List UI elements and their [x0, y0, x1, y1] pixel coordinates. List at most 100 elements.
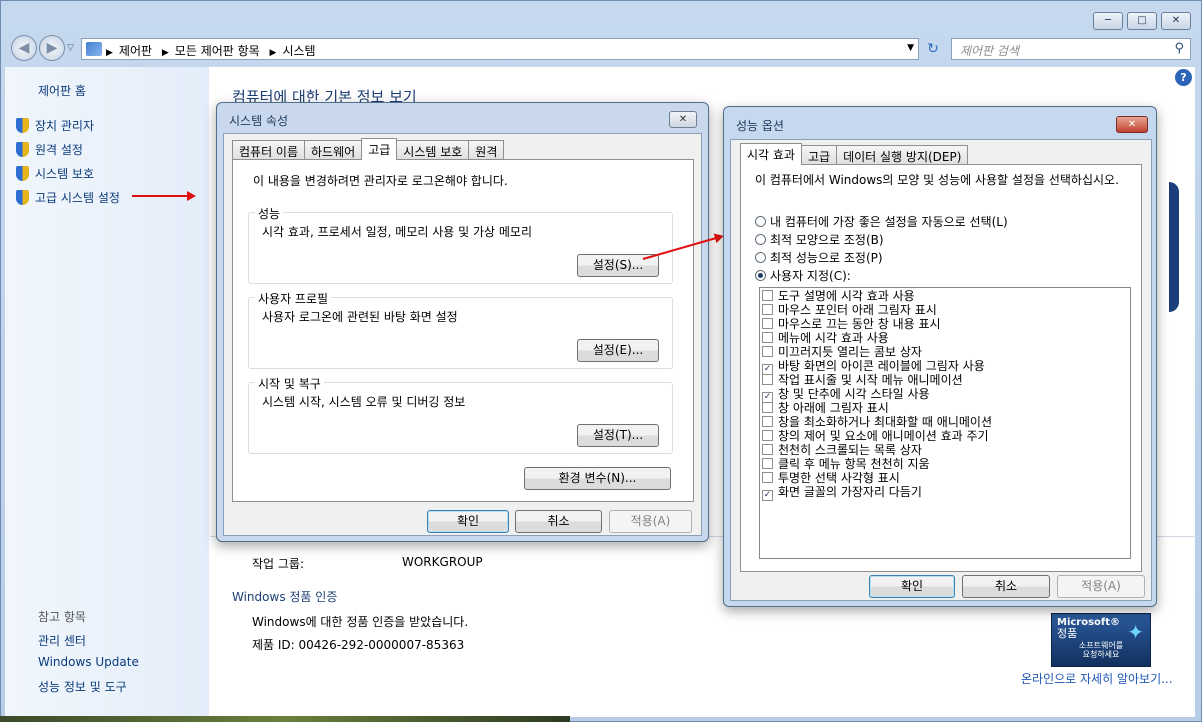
close-button[interactable]: ✕: [1161, 12, 1191, 30]
history-dropdown-icon[interactable]: ▽: [67, 43, 74, 53]
effect-checkbox-item[interactable]: 마우스 포인터 아래 그림자 표시: [762, 303, 1130, 317]
breadcrumb-control-panel[interactable]: 제어판: [119, 44, 152, 58]
startup-recovery-settings-button[interactable]: 설정(T)...: [577, 424, 659, 447]
see-also-windows-update[interactable]: Windows Update: [38, 655, 139, 669]
visual-effects-radio-group: 내 컴퓨터에 가장 좋은 설정을 자동으로 선택(L) 최적 모양으로 조정(B)…: [755, 215, 1008, 287]
control-panel-home-link[interactable]: 제어판 홈: [38, 82, 86, 99]
effect-checkbox-item[interactable]: 작업 표시줄 및 시작 메뉴 애니메이션: [762, 373, 1130, 387]
desktop-strip: [0, 716, 570, 722]
effect-checkbox-item[interactable]: 도구 설명에 시각 효과 사용: [762, 289, 1130, 303]
breadcrumb-system[interactable]: 시스템: [282, 44, 315, 58]
radio-icon: [755, 270, 766, 281]
tab-remote[interactable]: 원격: [468, 140, 505, 160]
user-profile-settings-button[interactable]: 설정(E)...: [577, 339, 659, 362]
startup-recovery-group-title: 시작 및 복구: [255, 375, 324, 392]
environment-variables-button[interactable]: 환경 변수(N)...: [524, 467, 671, 490]
effect-checkbox-item[interactable]: 창을 최소화하거나 최대화할 때 애니메이션: [762, 415, 1130, 429]
tab-computer-name[interactable]: 컴퓨터 이름: [232, 140, 306, 160]
effect-checkbox-item[interactable]: 천천히 스크롤되는 목록 상자: [762, 443, 1130, 457]
checkbox[interactable]: [762, 402, 773, 413]
breadcrumb-all-items[interactable]: 모든 제어판 항목: [175, 44, 260, 58]
search-icon[interactable]: ⚲: [1174, 41, 1184, 56]
refresh-icon[interactable]: ↻: [922, 39, 944, 59]
checkbox[interactable]: [762, 332, 773, 343]
apply-button[interactable]: 적용(A): [1057, 575, 1145, 598]
address-bar[interactable]: ▶ 제어판 ▶ 모든 제어판 항목 ▶ 시스템 ▼: [81, 38, 919, 60]
back-arrow-icon: ◀: [18, 40, 30, 56]
radio-option[interactable]: 최적 성능으로 조정(P): [755, 251, 1008, 269]
checkbox[interactable]: [762, 430, 773, 441]
performance-group-title: 성능: [255, 205, 284, 222]
tab-advanced[interactable]: 고급: [361, 138, 398, 160]
ok-button[interactable]: 확인: [869, 575, 955, 598]
checkbox[interactable]: [762, 318, 773, 329]
radio-option[interactable]: 사용자 지정(C):: [755, 269, 1008, 287]
sidebar-item-remote-settings[interactable]: 원격 설정: [16, 141, 83, 158]
online-more-link[interactable]: 온라인으로 자세히 알아보기...: [1021, 670, 1173, 687]
sidebar-item-system-protection[interactable]: 시스템 보호: [16, 165, 94, 182]
genuine-badge[interactable]: Microsoft® 정품 소프트웨어를 요청하세요 ✦: [1051, 613, 1151, 667]
checkbox[interactable]: [762, 346, 773, 357]
tab-dep[interactable]: 데이터 실행 방지(DEP): [836, 145, 969, 165]
effect-checkbox-item[interactable]: 창의 제어 및 요소에 애니메이션 효과 주기: [762, 429, 1130, 443]
effect-checkbox-item[interactable]: 창 아래에 그림자 표시: [762, 401, 1130, 415]
effect-label: 창 아래에 그림자 표시: [778, 401, 889, 415]
forward-button[interactable]: ▶: [39, 35, 65, 61]
dialog-title: 성능 옵션: [736, 119, 784, 133]
startup-recovery-group: 시작 및 복구 시스템 시작, 시스템 오류 및 디버깅 정보 설정(T)...: [248, 375, 673, 454]
radio-option[interactable]: 최적 모양으로 조정(B): [755, 233, 1008, 251]
dialog-close-button[interactable]: ✕: [1116, 116, 1148, 133]
tab-advanced[interactable]: 고급: [800, 145, 838, 165]
product-id: 제품 ID: 00426-292-0000007-85363: [252, 638, 465, 652]
checkbox[interactable]: [762, 444, 773, 455]
effect-checkbox-item[interactable]: 마우스로 끄는 동안 창 내용 표시: [762, 317, 1130, 331]
help-icon[interactable]: ?: [1175, 69, 1192, 86]
checkbox[interactable]: [762, 374, 773, 385]
search-input[interactable]: 제어판 검색 ⚲: [951, 38, 1191, 60]
visual-effects-list[interactable]: 도구 설명에 시각 효과 사용 마우스 포인터 아래 그림자 표시 마우스로 끄는 …: [759, 287, 1131, 559]
genuine-badge-text: 요청하세요: [1082, 650, 1120, 659]
effect-checkbox-item[interactable]: 클릭 후 메뉴 항목 천천히 지움: [762, 457, 1130, 471]
user-profile-group-title: 사용자 프로필: [255, 290, 332, 307]
shield-icon: [16, 142, 29, 157]
dialog-body: 시각 효과 고급 데이터 실행 방지(DEP) 이 컴퓨터에서 Windows의…: [730, 139, 1152, 601]
effect-checkbox-item[interactable]: ✓ 바탕 화면의 아이콘 레이블에 그림자 사용: [762, 359, 1130, 375]
sidebar-item-device-manager[interactable]: 장치 관리자: [16, 117, 94, 134]
tab-hardware[interactable]: 하드웨어: [304, 140, 363, 160]
apply-button[interactable]: 적용(A): [609, 510, 692, 533]
see-also-action-center[interactable]: 관리 센터: [38, 632, 86, 649]
effect-label: 창 및 단추에 시각 스타일 사용: [778, 387, 930, 401]
effect-checkbox-item[interactable]: ✓ 창 및 단추에 시각 스타일 사용: [762, 387, 1130, 403]
checkbox[interactable]: [762, 290, 773, 301]
checkbox[interactable]: [762, 458, 773, 469]
checkbox[interactable]: [762, 472, 773, 483]
back-button[interactable]: ◀: [11, 35, 37, 61]
effect-checkbox-item[interactable]: 투명한 선택 사각형 표시: [762, 471, 1130, 485]
radio-option[interactable]: 내 컴퓨터에 가장 좋은 설정을 자동으로 선택(L): [755, 215, 1008, 233]
effect-label: 메뉴에 시각 효과 사용: [778, 331, 889, 345]
cancel-button[interactable]: 취소: [515, 510, 602, 533]
checkbox[interactable]: [762, 304, 773, 315]
checkbox[interactable]: ✓: [762, 490, 773, 501]
breadcrumb-chevron-icon: ▶: [269, 48, 277, 58]
breadcrumb-chevron-icon: ▶: [106, 48, 113, 58]
effect-checkbox-item[interactable]: 메뉴에 시각 효과 사용: [762, 331, 1130, 345]
radio-icon: [755, 216, 766, 227]
sidebar-item-advanced-settings[interactable]: 고급 시스템 설정: [16, 189, 120, 206]
minimize-button[interactable]: ─: [1093, 12, 1123, 30]
address-dropdown-icon[interactable]: ▼: [907, 43, 914, 53]
ok-button[interactable]: 확인: [427, 510, 509, 533]
see-also-performance-tools[interactable]: 성능 정보 및 도구: [38, 678, 127, 695]
dialog-close-button[interactable]: ✕: [669, 111, 697, 128]
radio-label: 사용자 지정(C):: [770, 269, 851, 283]
effect-checkbox-item[interactable]: 미끄러지듯 열리는 콤보 상자: [762, 345, 1130, 359]
checkbox[interactable]: [762, 416, 773, 427]
maximize-button[interactable]: □: [1127, 12, 1157, 30]
effect-checkbox-item[interactable]: ✓ 화면 글꼴의 가장자리 다듬기: [762, 485, 1130, 501]
visual-effects-intro: 이 컴퓨터에서 Windows의 모양 및 성능에 사용할 설정을 선택하십시오…: [755, 173, 1119, 187]
performance-group: 성능 시각 효과, 프로세서 일정, 메모리 사용 및 가상 메모리 설정(S)…: [248, 205, 673, 284]
tab-visual-effects[interactable]: 시각 효과: [740, 143, 802, 165]
tab-strip: 시각 효과 고급 데이터 실행 방지(DEP): [740, 143, 969, 165]
cancel-button[interactable]: 취소: [962, 575, 1050, 598]
tab-system-protection[interactable]: 시스템 보호: [396, 140, 470, 160]
